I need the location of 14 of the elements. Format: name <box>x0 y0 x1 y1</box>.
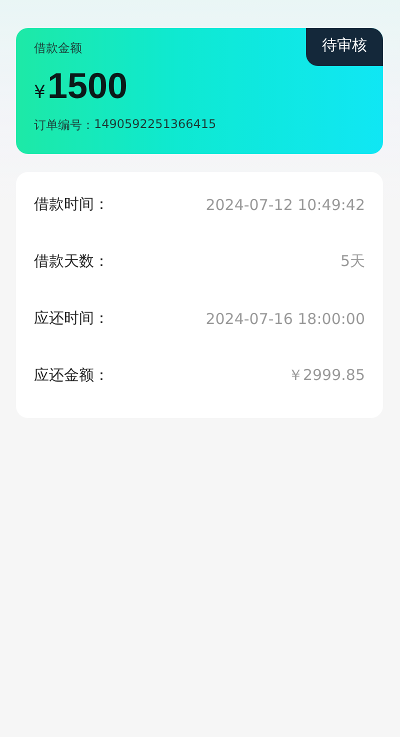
detail-value: 5天 <box>340 252 365 271</box>
currency-symbol: ¥ <box>34 82 46 103</box>
detail-label: 应还金额： <box>34 366 109 385</box>
detail-value: 2024-07-12 10:49:42 <box>206 196 365 214</box>
order-number: 1490592251366415 <box>94 117 216 133</box>
detail-value: 2024-07-16 18:00:00 <box>206 310 365 328</box>
detail-label: 应还时间： <box>34 309 109 328</box>
amount-label: 借款金额 <box>34 40 82 57</box>
loan-amount: 1500 <box>47 65 128 107</box>
status-badge: 待审核 <box>306 28 383 66</box>
detail-value: ￥2999.85 <box>288 366 365 385</box>
detail-label: 借款时间： <box>34 195 109 214</box>
order-label: 订单编号： <box>34 117 94 134</box>
detail-label: 借款天数： <box>34 252 109 271</box>
